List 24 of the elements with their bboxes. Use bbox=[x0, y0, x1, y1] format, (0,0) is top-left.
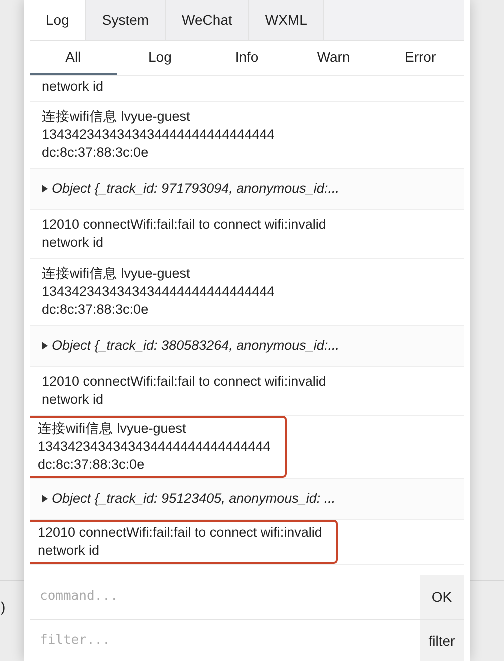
object-preview: Object {_track_id: 95123405, anonymous_id: ... bbox=[52, 490, 336, 508]
expand-triangle-icon[interactable] bbox=[42, 342, 48, 350]
object-preview: Object {_track_id: 380583264, anonymous_id:... bbox=[52, 337, 340, 355]
log-message: 12010 connectWifi:fail:fail to connect wifi:invalid network id bbox=[42, 373, 326, 409]
log-message: 连接wifi信息 lvyue-guest 1343423434343434444444444444444 dc:8c:37:88:3c:0e bbox=[38, 420, 271, 474]
tab[interactable]: Log bbox=[30, 0, 86, 40]
filter-tab[interactable]: Warn bbox=[290, 41, 378, 75]
filter-button[interactable]: filter bbox=[420, 620, 464, 661]
filter-tab[interactable]: Log bbox=[116, 41, 204, 75]
log-message: 12010 connectWifi:fail:fail to connect wifi:invalid network id bbox=[38, 524, 322, 560]
log-message: 连接wifi信息 lvyue-guest 1343423434343434444444444444444 dc:8c:37:88:3c:0e bbox=[42, 265, 275, 319]
command-field[interactable]: command... bbox=[30, 575, 420, 619]
log-message: network id bbox=[42, 78, 104, 96]
object-preview: Object {_track_id: 971793094, anonymous_id:... bbox=[52, 180, 340, 198]
cut-off-text: ) bbox=[1, 598, 6, 616]
filter-tab[interactable]: Info bbox=[204, 41, 290, 75]
filter-tab[interactable]: Error bbox=[377, 41, 464, 75]
expand-triangle-icon[interactable] bbox=[42, 495, 48, 503]
expand-triangle-icon[interactable] bbox=[42, 185, 48, 193]
log-message: 连接wifi信息 lvyue-guest 1343423434343434444444444444444 dc:8c:37:88:3c:0e bbox=[42, 108, 275, 162]
filter-field[interactable]: filter... bbox=[30, 620, 420, 661]
ok-button[interactable]: OK bbox=[420, 575, 464, 619]
filter-tab[interactable]: All bbox=[30, 41, 117, 75]
log-message: 12010 connectWifi:fail:fail to connect wifi:invalid network id bbox=[42, 216, 326, 252]
